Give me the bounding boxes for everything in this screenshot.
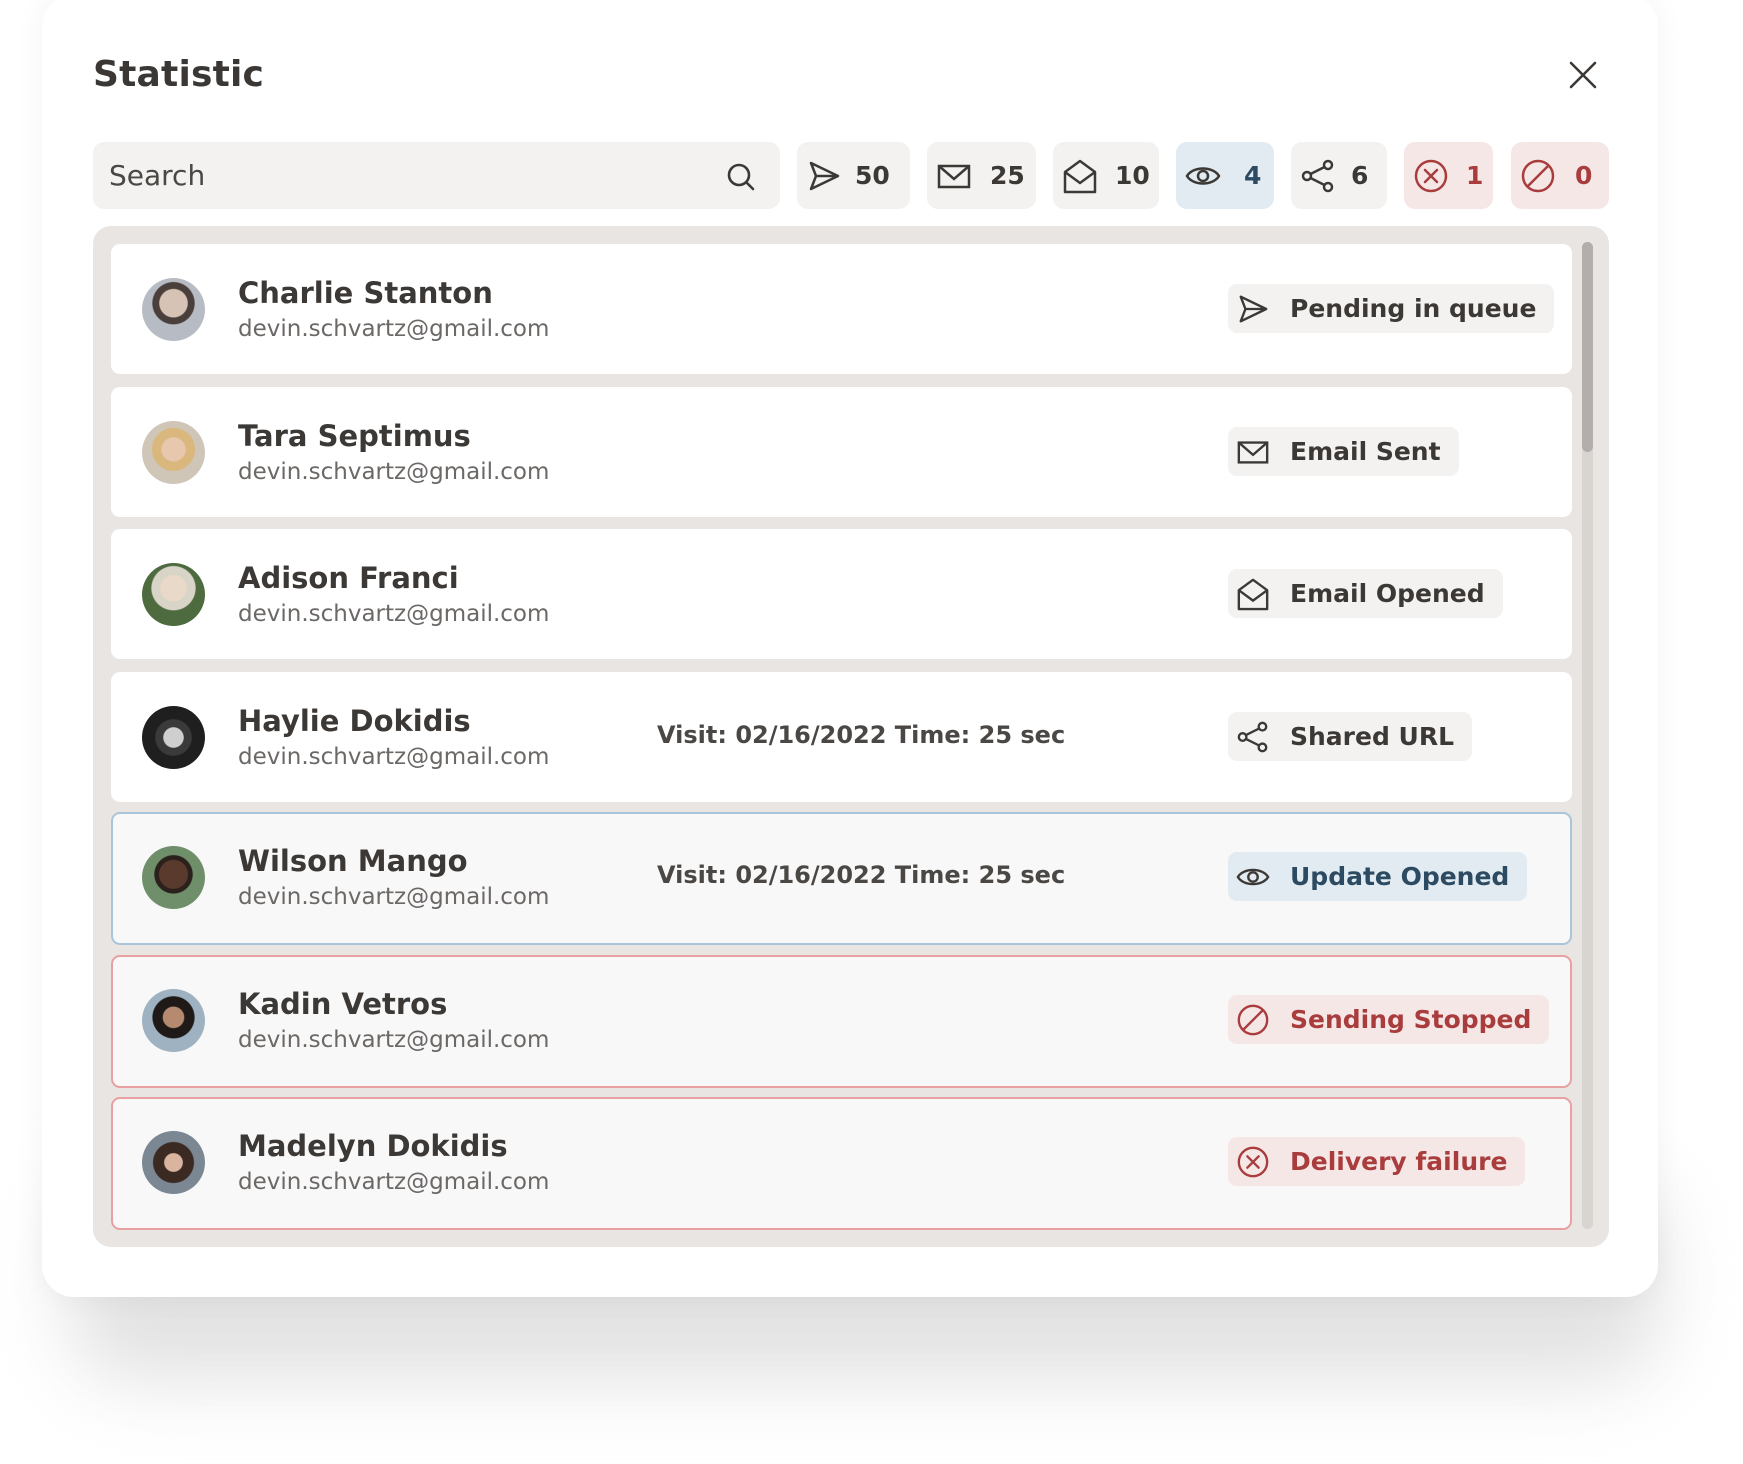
status-badge: Email Sent	[1228, 427, 1459, 476]
filter-pending-button[interactable]: 50	[797, 142, 910, 209]
filter-shared-button[interactable]: 6	[1291, 142, 1387, 209]
contact-row[interactable]: Tara Septimus devin.schvartz@gmail.com E…	[111, 387, 1572, 517]
status-badge: Update Opened	[1228, 852, 1528, 901]
avatar	[142, 989, 205, 1052]
filter-count: 25	[990, 161, 1025, 190]
contact-row-error[interactable]: Kadin Vetros devin.schvartz@gmail.com Se…	[111, 955, 1572, 1088]
contact-email: devin.schvartz@gmail.com	[238, 601, 550, 627]
search-icon[interactable]	[726, 162, 756, 192]
status-label: Shared URL	[1290, 722, 1455, 751]
contact-email: devin.schvartz@gmail.com	[238, 1027, 550, 1053]
envelope-open-icon	[1063, 159, 1097, 194]
avatar	[142, 1131, 205, 1194]
status-badge: Sending Stopped	[1228, 995, 1550, 1044]
status-label: Update Opened	[1290, 862, 1510, 891]
scrollbar-thumb[interactable]	[1582, 242, 1593, 452]
status-label: Pending in queue	[1290, 294, 1537, 323]
avatar	[142, 846, 205, 909]
eye-icon	[1236, 868, 1270, 886]
filter-failure-button[interactable]: 1	[1404, 142, 1493, 209]
contact-email: devin.schvartz@gmail.com	[238, 1169, 550, 1195]
send-icon	[1239, 295, 1268, 323]
filter-count: 4	[1244, 161, 1262, 190]
contact-email: devin.schvartz@gmail.com	[238, 459, 550, 485]
status-badge: Delivery failure	[1228, 1137, 1526, 1186]
status-badge: Pending in queue	[1228, 284, 1555, 333]
contact-name: Madelyn Dokidis	[238, 1129, 508, 1163]
contact-email: devin.schvartz@gmail.com	[238, 316, 550, 342]
contact-email: devin.schvartz@gmail.com	[238, 884, 550, 910]
close-icon	[1569, 61, 1597, 89]
contact-name: Adison Franci	[238, 561, 459, 595]
contact-name: Kadin Vetros	[238, 987, 448, 1021]
share-icon	[1237, 721, 1268, 753]
filter-count: 10	[1115, 161, 1150, 190]
contact-row-error[interactable]: Madelyn Dokidis devin.schvartz@gmail.com…	[111, 1097, 1572, 1230]
status-label: Email Opened	[1290, 579, 1485, 608]
ban-icon	[1237, 1004, 1269, 1036]
send-icon	[809, 161, 840, 191]
contact-row-selected[interactable]: Wilson Mango devin.schvartz@gmail.com Vi…	[111, 812, 1572, 945]
contact-row[interactable]: Haylie Dokidis devin.schvartz@gmail.com …	[111, 672, 1572, 802]
scrollbar-track[interactable]	[1582, 242, 1593, 1229]
envelope-open-icon	[1237, 578, 1269, 611]
status-label: Sending Stopped	[1290, 1005, 1532, 1034]
contact-name: Haylie Dokidis	[238, 704, 471, 738]
contact-name: Charlie Stanton	[238, 276, 493, 310]
contact-row[interactable]: Charlie Stanton devin.schvartz@gmail.com…	[111, 244, 1572, 374]
avatar	[142, 421, 205, 484]
contact-name: Tara Septimus	[238, 419, 471, 453]
filter-count: 0	[1575, 161, 1593, 190]
filter-count: 1	[1466, 161, 1484, 190]
status-label: Delivery failure	[1290, 1147, 1508, 1176]
contact-list: Charlie Stanton devin.schvartz@gmail.com…	[93, 226, 1609, 1247]
eye-icon	[1185, 167, 1221, 185]
visit-info: Visit: 02/16/2022 Time: 25 sec	[657, 721, 1066, 749]
filter-count: 50	[855, 161, 890, 190]
avatar	[142, 278, 205, 341]
contact-email: devin.schvartz@gmail.com	[238, 744, 550, 770]
status-label: Email Sent	[1290, 437, 1441, 466]
dialog-title: Statistic	[93, 54, 265, 95]
visit-info: Visit: 02/16/2022 Time: 25 sec	[657, 861, 1066, 889]
close-button[interactable]	[1567, 59, 1599, 91]
x-circle-icon	[1237, 1146, 1269, 1178]
contact-name: Wilson Mango	[238, 844, 468, 878]
filter-opened-button[interactable]: 10	[1053, 142, 1159, 209]
avatar	[142, 706, 205, 769]
search-input[interactable]	[109, 142, 709, 209]
contact-row[interactable]: Adison Franci devin.schvartz@gmail.com E…	[111, 529, 1572, 659]
filter-sent-button[interactable]: 25	[927, 142, 1036, 209]
status-badge: Shared URL	[1228, 712, 1473, 761]
x-circle-icon	[1414, 159, 1448, 193]
envelope-icon	[1237, 441, 1269, 464]
ban-icon	[1521, 159, 1555, 193]
avatar	[142, 563, 205, 626]
filter-stopped-button[interactable]: 0	[1511, 142, 1609, 209]
search-field[interactable]	[93, 142, 780, 209]
filter-count: 6	[1351, 161, 1369, 190]
status-badge: Email Opened	[1228, 569, 1503, 618]
filter-update-opened-button[interactable]: 4	[1176, 142, 1274, 209]
share-icon	[1301, 159, 1334, 193]
envelope-icon	[937, 164, 971, 189]
